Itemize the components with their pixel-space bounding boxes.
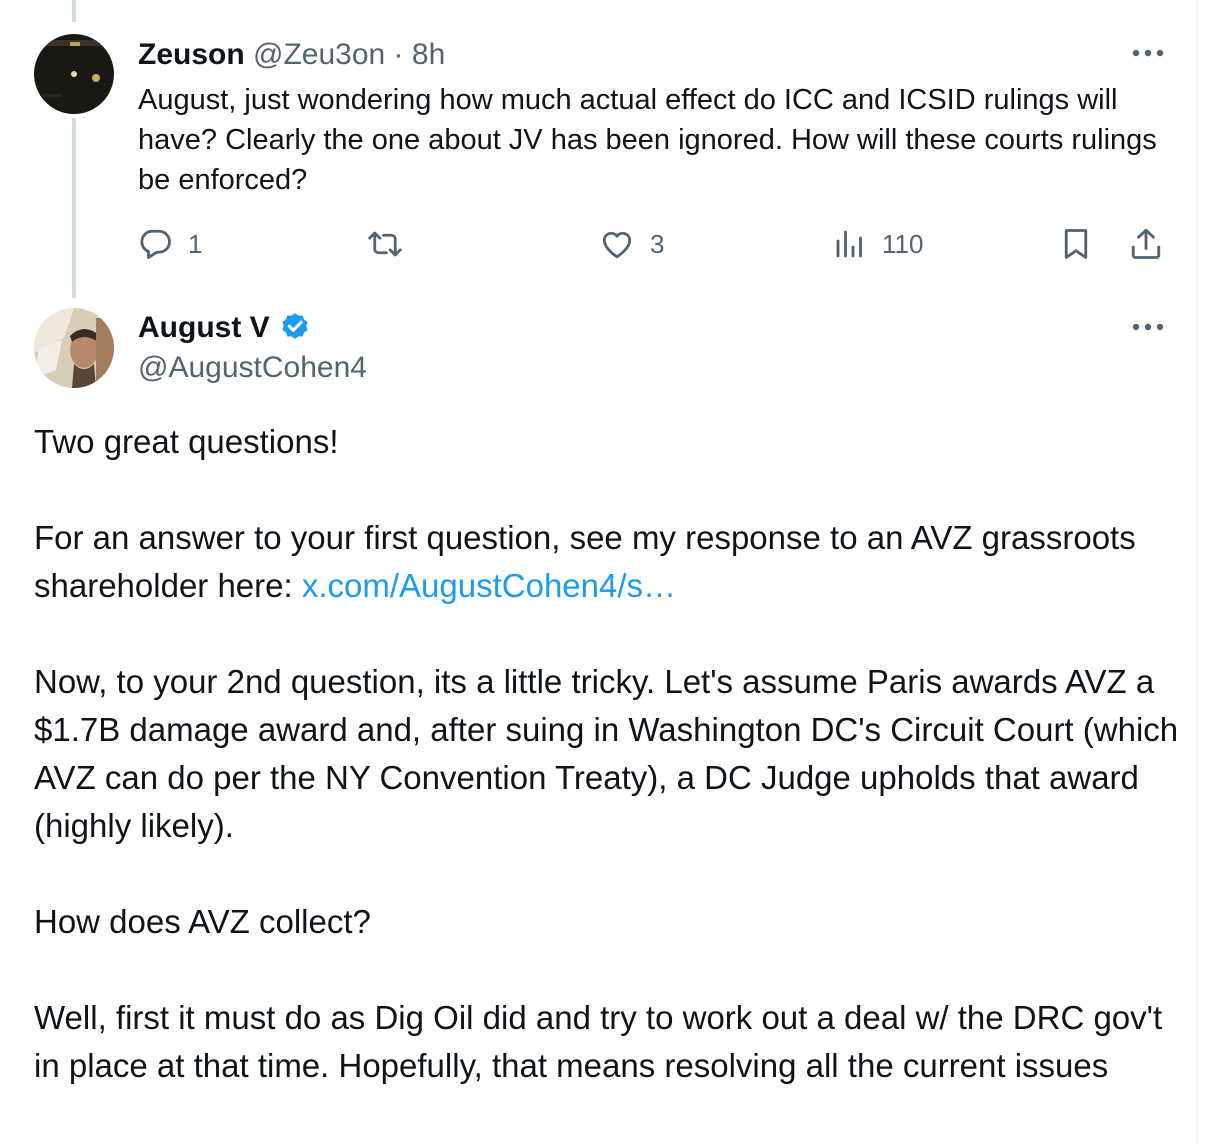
tweet-paragraph: For an answer to your first question, se… bbox=[34, 514, 1184, 610]
tweet-actions: 1 3 110 bbox=[138, 222, 1168, 266]
reply-button[interactable]: 1 bbox=[138, 222, 202, 266]
retweet-button[interactable] bbox=[366, 222, 418, 266]
speech-bubble-icon bbox=[140, 229, 171, 259]
thread-connector bbox=[72, 118, 76, 298]
reply-count: 1 bbox=[188, 228, 203, 259]
bar-chart-icon bbox=[836, 230, 862, 258]
verified-badge-icon[interactable] bbox=[278, 311, 312, 345]
author-handle[interactable]: @Zeu3on bbox=[253, 38, 385, 71]
main-tweet-text: Two great questions! For an answer to yo… bbox=[34, 418, 1184, 1090]
author-handle[interactable]: @AugustCohen4 bbox=[138, 349, 367, 387]
views-button[interactable]: 110 bbox=[832, 222, 923, 266]
views-count: 110 bbox=[882, 228, 924, 259]
author-name[interactable]: Zeuson bbox=[138, 38, 245, 71]
avatar[interactable] bbox=[34, 308, 114, 388]
thread-connector-top bbox=[72, 0, 76, 22]
separator: · bbox=[385, 38, 412, 71]
ellipsis-icon bbox=[1132, 323, 1164, 331]
retweet-arrows-icon bbox=[368, 231, 402, 257]
tweet-paragraph: Now, to your 2nd question, its a little … bbox=[34, 663, 1179, 844]
tweet-paragraph: Well, first it must do as Dig Oil did an… bbox=[34, 999, 1163, 1084]
like-count: 3 bbox=[650, 228, 665, 259]
more-options-button[interactable] bbox=[1126, 312, 1170, 342]
author-name[interactable]: August V bbox=[138, 309, 270, 347]
tweet-paragraph: How does AVZ collect? bbox=[34, 903, 371, 940]
heart-icon bbox=[602, 231, 632, 259]
bookmark-button[interactable] bbox=[1058, 222, 1094, 266]
share-upload-icon bbox=[1131, 228, 1161, 259]
ellipsis-icon bbox=[1132, 49, 1164, 57]
bookmark-icon bbox=[1064, 229, 1088, 259]
tweet-paragraph: Two great questions! bbox=[34, 423, 339, 460]
reply-tweet-header: Zeuson @Zeu3on · 8h bbox=[138, 36, 445, 74]
tweet-thread: Zeuson @Zeu3on · 8h August, just wonderi… bbox=[0, 0, 1198, 1144]
tweet-link[interactable]: x.com/AugustCohen4/s… bbox=[302, 567, 676, 604]
share-button[interactable] bbox=[1128, 222, 1164, 266]
avatar[interactable] bbox=[34, 34, 114, 114]
like-button[interactable]: 3 bbox=[598, 222, 664, 266]
more-options-button[interactable] bbox=[1126, 38, 1170, 68]
main-author-name-row: August V bbox=[138, 309, 312, 347]
reply-tweet-text: August, just wondering how much actual e… bbox=[138, 84, 1157, 196]
tweet-time[interactable]: 8h bbox=[412, 38, 445, 71]
